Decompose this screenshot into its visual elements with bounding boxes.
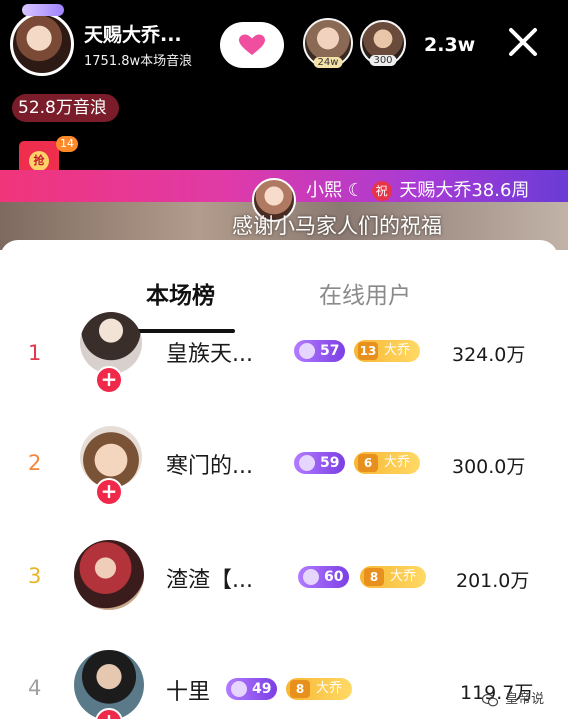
viewer-contribution-tag: 24w <box>313 57 343 68</box>
user-level-badge: 59 <box>294 452 346 474</box>
tab-session-ranking[interactable]: 本场榜 <box>146 276 215 310</box>
tab-online-users[interactable]: 在线用户 <box>319 276 411 310</box>
live-header: 天赐大乔... 1751.8w本场音浪 24w 300 2.3w 52.8万音浪… <box>0 0 568 250</box>
banner-target: 天赐大乔38.6周 <box>399 180 530 201</box>
follow-user-button[interactable]: + <box>95 366 123 394</box>
anchor-avatar[interactable] <box>10 12 74 76</box>
wechat-icon <box>482 693 498 706</box>
user-name: 十里 <box>166 680 211 705</box>
user-level-badge: 57 <box>294 340 346 362</box>
follow-user-button[interactable]: + <box>95 478 123 506</box>
user-name: 皇族天... <box>166 342 253 367</box>
top-viewer-avatar[interactable]: 300 <box>360 20 406 66</box>
rank-number: 2 <box>28 451 42 475</box>
user-avatar[interactable] <box>74 540 144 610</box>
rank-number: 1 <box>28 341 42 365</box>
ranking-row[interactable]: 1 + 皇族天... 57 13 大乔 324.0万 <box>0 310 558 410</box>
level-gem-icon <box>231 681 247 697</box>
fan-level: 8 <box>364 568 384 586</box>
red-packet-count-badge: 14 <box>56 136 78 152</box>
fan-club-label: 大乔 <box>390 569 417 584</box>
user-level-badge: 49 <box>226 678 278 700</box>
user-name: 寒门的... <box>166 454 253 479</box>
ranking-row[interactable]: 2 + 寒门的... 59 6 大乔 300.0万 <box>0 420 558 520</box>
watermark: 皇帝说 <box>482 688 544 707</box>
user-level: 57 <box>320 343 340 359</box>
fan-club-badge: 6 大乔 <box>354 452 421 474</box>
contribution-score: 300.0万 <box>452 456 526 478</box>
banner-user: 小熙 <box>306 180 342 201</box>
fan-level: 13 <box>358 342 378 360</box>
user-level: 49 <box>252 681 272 697</box>
anchor-name: 天赐大乔... <box>84 24 182 46</box>
wish-icon: 祝 <box>371 181 392 201</box>
sound-wave-badge[interactable]: 52.8万音浪 <box>12 94 119 122</box>
ranking-row[interactable]: 3 渣渣【... 60 8 大乔 201.0万 <box>0 532 558 632</box>
moon-icon: ☾ <box>347 180 364 201</box>
follow-button[interactable] <box>220 22 284 68</box>
user-level: 59 <box>320 455 340 471</box>
fan-club-label: 大乔 <box>384 343 411 358</box>
rank-number: 3 <box>28 564 42 588</box>
level-gem-icon <box>299 343 315 359</box>
top-viewer-avatar[interactable]: 24w <box>303 18 353 68</box>
fan-club-label: 大乔 <box>384 455 411 470</box>
contribution-score: 324.0万 <box>452 344 526 366</box>
fan-club-label: 大乔 <box>316 681 343 696</box>
thanks-message: 感谢小马家人们的祝福 <box>232 214 442 238</box>
fan-level: 8 <box>290 680 310 698</box>
banner-message: 小熙 ☾ 祝 天赐大乔38.6周 <box>306 176 529 202</box>
fan-level: 6 <box>358 454 378 472</box>
viewer-count[interactable]: 2.3w <box>424 34 475 56</box>
user-name: 渣渣【... <box>166 568 253 593</box>
user-level: 60 <box>324 569 344 585</box>
heart-icon <box>239 34 265 55</box>
level-gem-icon <box>299 455 315 471</box>
close-icon[interactable] <box>505 24 541 60</box>
sound-wave-label: 52.8万音浪 <box>18 98 107 118</box>
ranking-sheet: 本场榜 在线用户 1 + 皇族天... 57 13 大乔 324.0万 2 + … <box>0 240 558 719</box>
watermark-text: 皇帝说 <box>505 692 545 707</box>
rank-number: 4 <box>28 676 42 700</box>
fan-club-badge: 8 大乔 <box>286 678 353 700</box>
anchor-sound-stats: 1751.8w本场音浪 <box>84 54 193 69</box>
fan-club-badge: 13 大乔 <box>354 340 421 362</box>
level-gem-icon <box>303 569 319 585</box>
user-avatar[interactable] <box>80 312 142 374</box>
red-packet-label: 抢 <box>29 151 49 171</box>
viewer-contribution-tag: 300 <box>369 55 397 66</box>
ranking-row[interactable]: 4 + 十里 49 8 大乔 119.7万 <box>0 644 558 719</box>
fan-club-badge: 8 大乔 <box>360 566 427 588</box>
contribution-score: 201.0万 <box>456 570 530 592</box>
crown-badge-icon <box>22 4 64 16</box>
user-level-badge: 60 <box>298 566 350 588</box>
